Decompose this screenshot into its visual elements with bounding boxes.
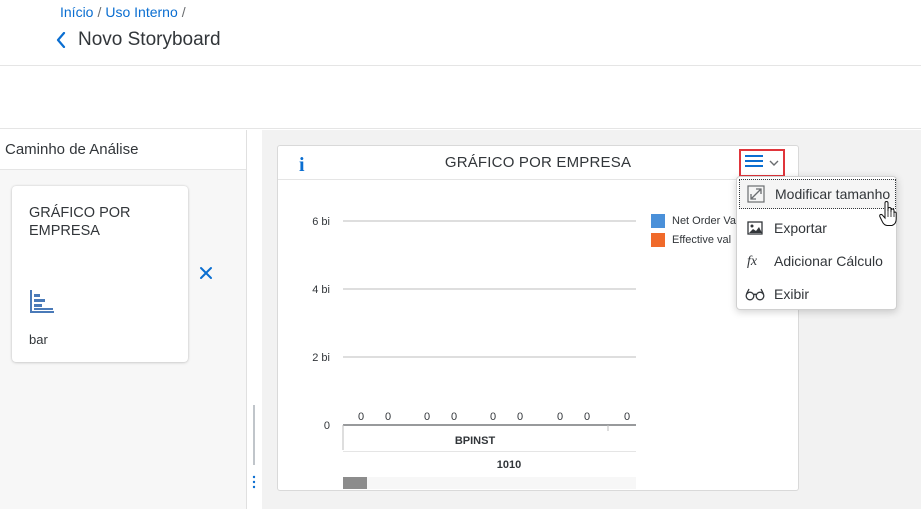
bar-value-label: 0 — [385, 411, 391, 423]
chart-tile-type: bar — [29, 332, 48, 347]
y-tick-label: 6 bi — [312, 216, 330, 228]
menu-item-exibir[interactable]: Exibir — [739, 279, 896, 309]
bar-value-label: 0 — [557, 411, 563, 423]
bar-value-label: 0 — [451, 411, 457, 423]
page-title: Novo Storyboard — [78, 29, 221, 50]
scrollbar-thumb — [343, 477, 367, 489]
menu-item-label: Modificar tamanho — [775, 186, 891, 202]
chart-options-menu: Modificar tamanho Exportar fx Adicionar … — [736, 176, 897, 310]
chart-legend: Net Order Va Effective val — [651, 214, 736, 252]
hand-cursor-icon — [879, 201, 897, 226]
bar-chart-icon — [29, 289, 55, 315]
toolbar-area — [0, 67, 921, 129]
category-separator — [343, 451, 636, 452]
chart-tile[interactable]: GRÁFICO POR EMPRESA bar — [12, 186, 188, 362]
breadcrumb-link-uso-interno[interactable]: Uso Interno — [105, 4, 177, 20]
menu-item-adicionar-calculo[interactable]: fx Adicionar Cálculo — [739, 246, 896, 276]
bar-value-label: 0 — [358, 411, 364, 423]
function-icon: fx — [744, 250, 766, 272]
analysis-path-panel: Caminho de Análise GRÁFICO POR EMPRESA b… — [0, 130, 246, 509]
svg-text:fx: fx — [747, 254, 758, 269]
close-icon[interactable] — [198, 265, 214, 281]
legend-item[interactable]: Net Order Va — [651, 214, 736, 228]
menu-item-label: Exibir — [774, 286, 810, 302]
y-tick-label: 2 bi — [312, 352, 330, 364]
chevron-down-icon — [769, 154, 779, 172]
chart-card: i GRÁFICO POR EMPRESA 6 bi 4 bi 2 bi 0 0 0 0 0 0… — [277, 145, 799, 491]
breadcrumb: Início / Uso Interno / — [60, 4, 186, 20]
chart-menu-button[interactable] — [739, 149, 785, 177]
breadcrumb-link-inicio[interactable]: Início — [60, 4, 93, 20]
category-label: BPINST — [455, 435, 496, 447]
legend-swatch-series-2 — [651, 233, 665, 247]
analysis-path-header: Caminho de Análise — [0, 130, 246, 170]
chart-tile-title: GRÁFICO POR EMPRESA — [29, 205, 131, 239]
splitter-handle[interactable] — [253, 405, 255, 465]
analysis-path-title: Caminho de Análise — [5, 141, 139, 158]
scrollbar-track — [367, 477, 636, 489]
bar-value-label: 0 — [624, 411, 630, 423]
legend-label: Effective val — [672, 234, 732, 246]
menu-item-exportar[interactable]: Exportar — [739, 213, 896, 243]
resize-icon — [745, 183, 767, 205]
legend-swatch-series-1 — [651, 214, 665, 228]
hamburger-menu-icon — [745, 154, 763, 173]
chart-title: GRÁFICO POR EMPRESA — [444, 154, 632, 171]
title-row: Novo Storyboard — [54, 29, 221, 51]
chart-card-header: i GRÁFICO POR EMPRESA — [278, 146, 798, 180]
breadcrumb-separator: / — [181, 4, 186, 20]
splitter-grip-icon[interactable] — [252, 475, 256, 489]
y-tick-label: 0 — [324, 420, 330, 432]
menu-item-modificar-tamanho[interactable]: Modificar tamanho — [739, 179, 896, 209]
legend-item[interactable]: Effective val — [651, 233, 736, 247]
legend-label: Net Order Va — [672, 215, 736, 227]
y-tick-label: 4 bi — [312, 284, 330, 296]
menu-item-label: Adicionar Cálculo — [774, 253, 883, 269]
export-image-icon — [744, 217, 766, 239]
breadcrumb-separator: / — [97, 4, 102, 20]
panel-splitter[interactable] — [246, 130, 262, 509]
glasses-icon — [744, 283, 766, 305]
bar-value-label: 0 — [424, 411, 430, 423]
bar-value-label: 0 — [584, 411, 590, 423]
menu-item-label: Exportar — [774, 220, 827, 236]
group-label: 1010 — [497, 459, 521, 471]
back-chevron-icon[interactable] — [54, 30, 68, 50]
page-header: Início / Uso Interno / Novo Storyboard — [0, 0, 921, 66]
bar-value-label: 0 — [490, 411, 496, 423]
bar-value-label: 0 — [517, 411, 523, 423]
